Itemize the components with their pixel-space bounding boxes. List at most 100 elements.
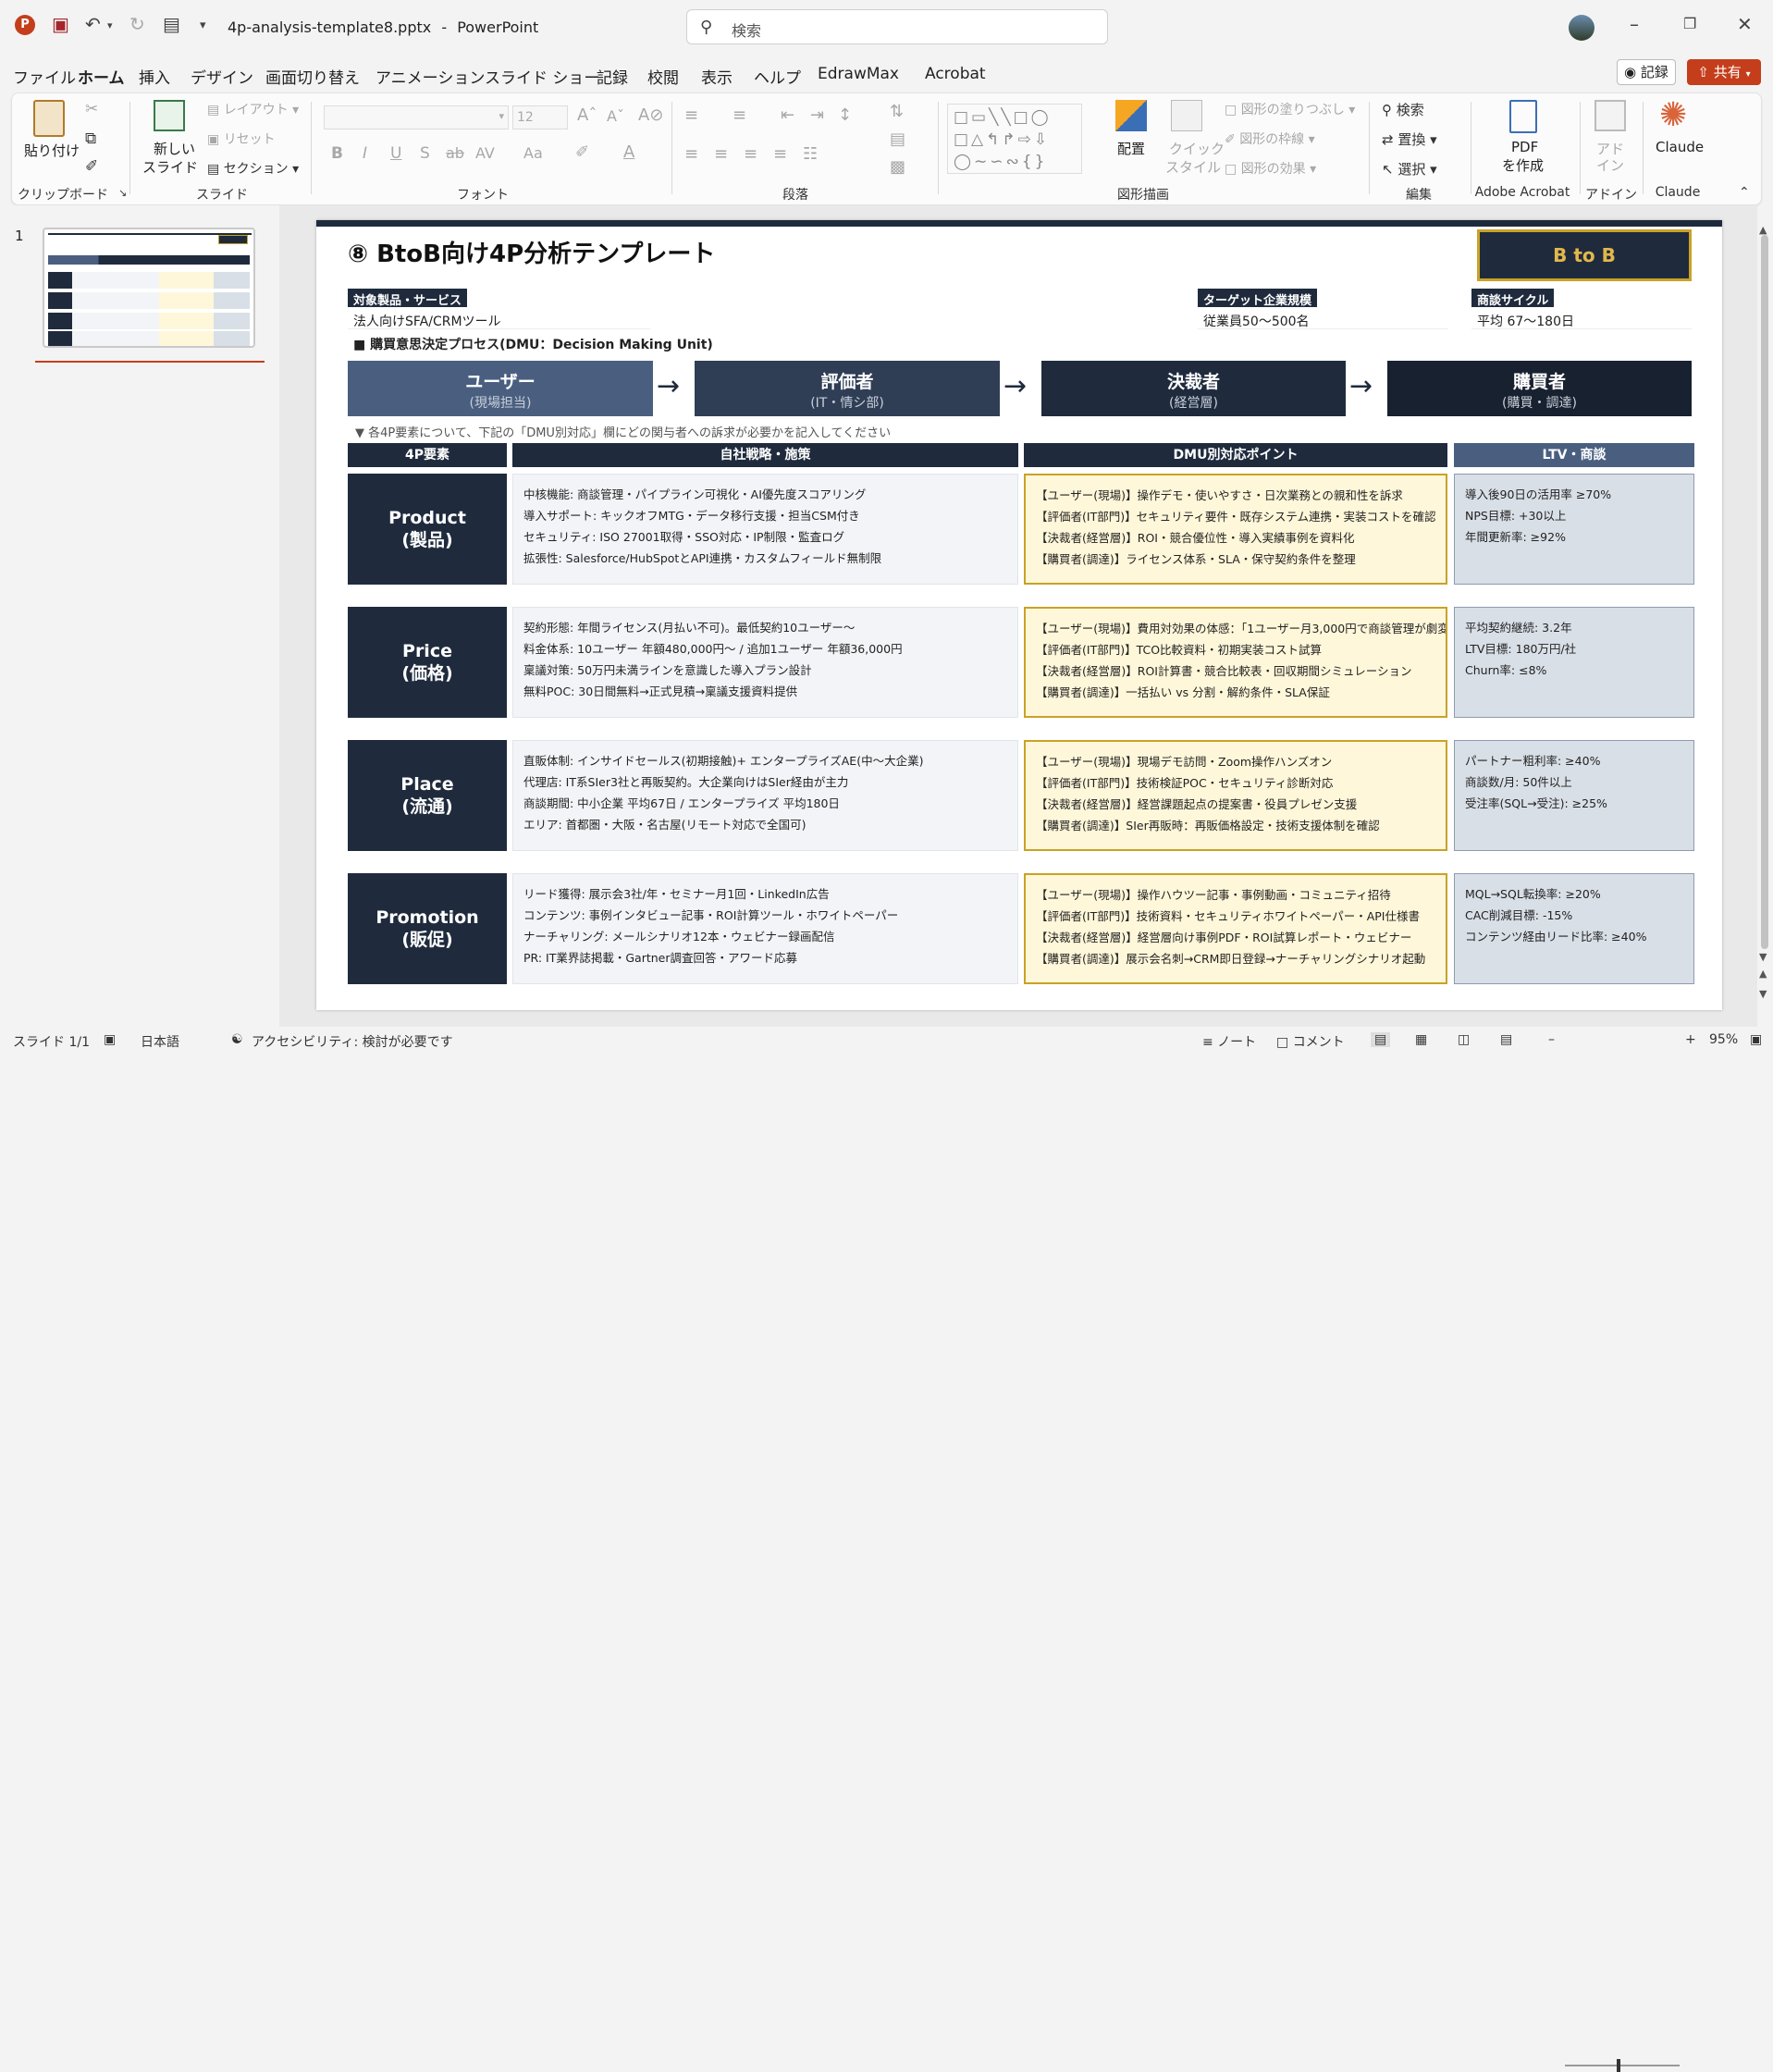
strategy-cell-price[interactable]: 契約形態: 年間ライセンス(月払い不可)。最低契約10ユーザー～ 料金体系: 10… xyxy=(512,607,1018,718)
shapes-gallery[interactable]: □▭╲╲□◯ □△↰↱⇨⇩ ◯∼∽∾{} xyxy=(947,104,1082,174)
ltv-cell-price[interactable]: 平均契約継続: 3.2年 LTV目標: 180万円/社 Churn率: ≤8% xyxy=(1454,607,1694,718)
ltv-cell-place[interactable]: パートナー粗利率: ≥40% 商談数/月: 50件以上 受注率(SQL→受注): ≥… xyxy=(1454,740,1694,851)
layout-button[interactable]: ▤ レイアウト ▾ xyxy=(207,100,299,118)
replace-button[interactable]: ⇄ 置換 ▾ xyxy=(1382,130,1437,149)
numbering-icon[interactable]: ≡ xyxy=(733,105,746,125)
tab-help[interactable]: ヘルプ xyxy=(754,65,801,88)
shape-outline-button[interactable]: ✐ 図形の枠線 ▾ xyxy=(1225,130,1315,148)
minimize-icon[interactable]: – xyxy=(1630,15,1639,33)
slide-thumbnail[interactable] xyxy=(43,228,255,348)
dmu-evaluator[interactable]: 評価者 (IT・情シ部) xyxy=(695,361,1000,416)
slideshow-icon[interactable]: ▤ xyxy=(1500,1032,1512,1047)
dmu-user[interactable]: ユーザー (現場担当) xyxy=(348,361,653,416)
strategy-cell-place[interactable]: 直販体制: インサイドセールス(初期接触)+ エンタープライズAE(中～大企業)… xyxy=(512,740,1018,851)
shape-effect-button[interactable]: □ 図形の効果 ▾ xyxy=(1225,159,1316,178)
zoom-slider[interactable] xyxy=(1565,2065,1680,2066)
align-right-icon[interactable]: ≡ xyxy=(744,144,757,164)
create-pdf-label-1[interactable]: PDF xyxy=(1511,139,1538,155)
claude-icon[interactable]: ✺ xyxy=(1659,96,1687,134)
comments-button[interactable]: □ コメント xyxy=(1276,1032,1345,1051)
row-label-place[interactable]: Place (流通) xyxy=(348,740,507,851)
save-icon[interactable]: ▣ xyxy=(52,15,69,33)
text-direction-icon[interactable]: ⇅ xyxy=(890,102,904,121)
tab-edrawmax[interactable]: EdrawMax xyxy=(818,65,899,83)
record-button[interactable]: ◉ 記録 xyxy=(1617,59,1676,85)
restore-icon[interactable]: ❐ xyxy=(1683,15,1696,33)
dmu-cell-promotion[interactable]: 【ユーザー(現場)】操作ハウツー記事・事例動画・コミュニティ招待 【評価者(IT部… xyxy=(1024,873,1447,984)
spellcheck-icon[interactable]: ▣ xyxy=(104,1032,116,1047)
sales-cycle-value[interactable]: 平均 67～180日 xyxy=(1471,309,1692,329)
cut-icon[interactable]: ✂ xyxy=(85,100,98,118)
claude-button[interactable]: Claude xyxy=(1656,139,1704,155)
tab-home[interactable]: ホーム xyxy=(78,65,125,95)
clear-format-icon[interactable]: A⊘ xyxy=(638,105,663,125)
char-spacing-icon[interactable]: AV xyxy=(475,144,495,162)
search-box[interactable]: ⚲ 検索 xyxy=(686,9,1108,44)
new-slide-label-1[interactable]: 新しい xyxy=(154,139,195,158)
shrink-font-icon[interactable]: Aˇ xyxy=(607,107,624,125)
shadow-icon[interactable]: S xyxy=(420,144,430,163)
collapse-ribbon-icon[interactable]: ⌃ xyxy=(1739,185,1750,200)
copy-icon[interactable]: ⧉ xyxy=(85,130,96,148)
row-label-product[interactable]: Product (製品) xyxy=(348,474,507,585)
select-button[interactable]: ↖ 選択 ▾ xyxy=(1382,159,1437,179)
align-center-icon[interactable]: ≡ xyxy=(714,144,728,164)
slide-canvas[interactable]: ⑧ BtoB向け4P分析テンプレート B to B 対象製品・サービス 法人向け… xyxy=(316,220,1722,1010)
reset-button[interactable]: ▣ リセット xyxy=(207,130,276,148)
pdf-icon[interactable] xyxy=(1509,100,1537,133)
font-color-icon[interactable]: A xyxy=(623,142,634,162)
zoom-out-icon[interactable]: – xyxy=(1548,1032,1555,1047)
zoom-in-icon[interactable]: + xyxy=(1685,1032,1696,1047)
btob-badge[interactable]: B to B xyxy=(1477,229,1692,281)
decrease-indent-icon[interactable]: ⇤ xyxy=(781,105,794,125)
align-left-icon[interactable]: ≡ xyxy=(684,144,698,164)
tab-insert[interactable]: 挿入 xyxy=(139,65,170,88)
tab-slideshow[interactable]: スライド ショー xyxy=(485,65,599,88)
shape-fill-button[interactable]: □ 図形の塗りつぶし ▾ xyxy=(1225,100,1355,118)
smartart-icon[interactable]: ▩ xyxy=(890,157,905,177)
scrollbar-thumb[interactable] xyxy=(1761,235,1768,949)
addin-icon[interactable] xyxy=(1594,100,1626,131)
accessibility-icon[interactable]: ☯ xyxy=(231,1032,243,1047)
line-spacing-icon[interactable]: ↕ xyxy=(838,105,852,125)
highlight-icon[interactable]: ✐ xyxy=(575,142,589,162)
row-label-price[interactable]: Price (価格) xyxy=(348,607,507,718)
create-pdf-label-2[interactable]: を作成 xyxy=(1502,155,1544,175)
zoom-slider-thumb[interactable] xyxy=(1617,2059,1620,2072)
tab-transitions[interactable]: 画面切り替え xyxy=(265,65,360,88)
format-painter-icon[interactable]: ✐ xyxy=(85,157,98,176)
arrange-button[interactable]: 配置 xyxy=(1117,139,1145,158)
dialog-launcher-icon[interactable]: ↘ xyxy=(118,187,127,199)
slide-count[interactable]: スライド 1/1 xyxy=(13,1032,90,1051)
columns-icon[interactable]: ☷ xyxy=(803,144,818,164)
product-service-value[interactable]: 法人向けSFA/CRMツール xyxy=(348,309,650,329)
quick-style-icon[interactable] xyxy=(1171,100,1202,131)
reading-view-icon[interactable]: ◫ xyxy=(1458,1032,1470,1047)
font-name-dropdown[interactable]: ▾ xyxy=(324,105,509,130)
redo-icon[interactable]: ↻ xyxy=(129,15,145,33)
row-label-promotion[interactable]: Promotion (販促) xyxy=(348,873,507,984)
dmu-cell-price[interactable]: 【ユーザー(現場)】費用対効果の体感：「1ユーザー月3,000円で商談管理が劇変… xyxy=(1024,607,1447,718)
bullets-icon[interactable]: ≡ xyxy=(684,105,698,125)
increase-indent-icon[interactable]: ⇥ xyxy=(810,105,824,125)
quick-style-label-1[interactable]: クイック xyxy=(1169,139,1225,158)
paste-icon[interactable] xyxy=(33,100,65,137)
addin-label-2[interactable]: イン xyxy=(1596,155,1624,175)
quick-style-label-2[interactable]: スタイル xyxy=(1165,157,1221,177)
tab-animations[interactable]: アニメーション xyxy=(376,65,485,88)
grow-font-icon[interactable]: Aˆ xyxy=(577,105,597,125)
next-slide-icon[interactable]: ▼ xyxy=(1759,988,1767,1000)
share-button[interactable]: ⇧ 共有 ▾ xyxy=(1687,59,1761,85)
normal-view-icon[interactable]: ▤ xyxy=(1371,1032,1391,1047)
dmu-decision-maker[interactable]: 決裁者 (経営層) xyxy=(1041,361,1346,416)
scroll-down-icon[interactable]: ▼ xyxy=(1759,951,1767,963)
arrange-icon[interactable] xyxy=(1115,100,1147,131)
dmu-buyer[interactable]: 購買者 (購買・調達) xyxy=(1387,361,1692,416)
justify-icon[interactable]: ≡ xyxy=(773,144,787,164)
font-size-dropdown[interactable]: 12 xyxy=(512,105,568,130)
underline-icon[interactable]: U xyxy=(390,144,401,163)
chevron-down-icon[interactable]: ▾ xyxy=(107,17,113,35)
italic-icon[interactable]: I xyxy=(363,144,367,163)
notes-button[interactable]: ≡ ノート xyxy=(1202,1032,1256,1051)
present-icon[interactable]: ▤ xyxy=(163,15,180,33)
